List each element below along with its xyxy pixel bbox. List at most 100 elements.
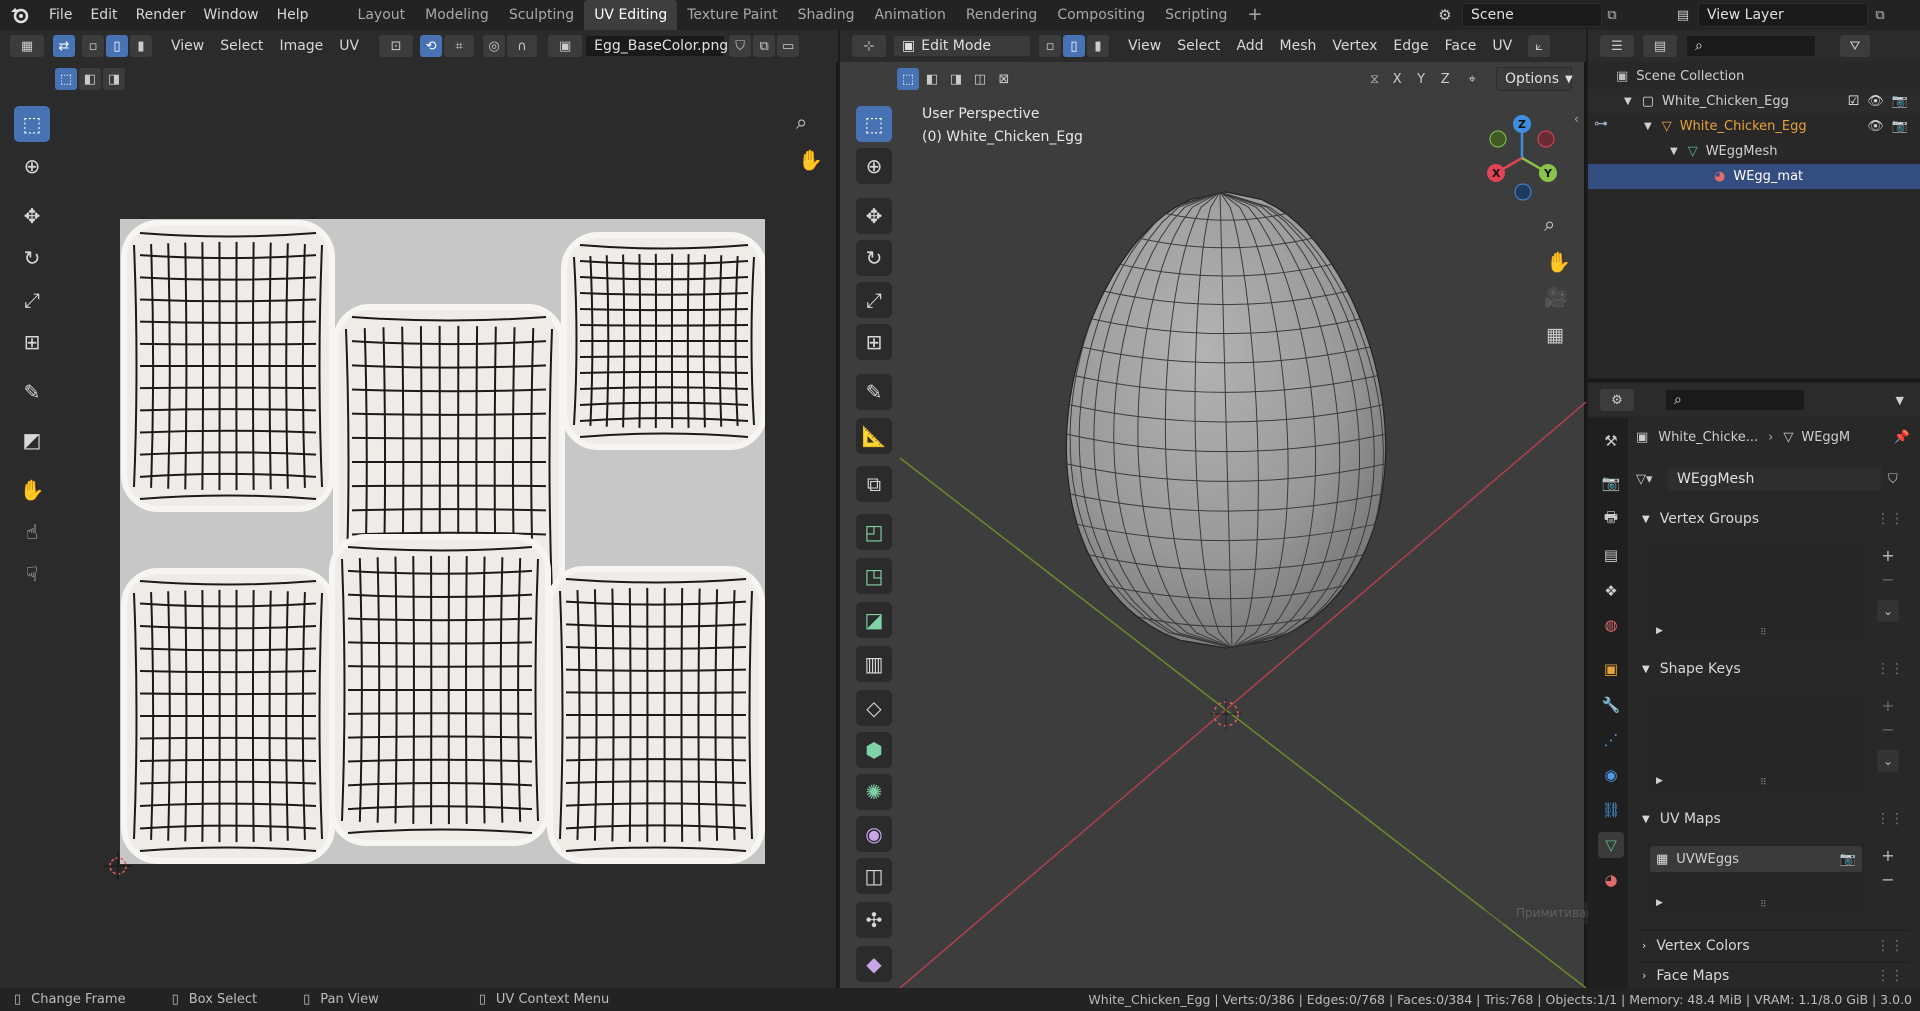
vp-vertex-mode-icon[interactable]: ▫ <box>1039 35 1061 57</box>
pin-icon[interactable]: 📌 <box>1894 430 1910 445</box>
shape-keys-list[interactable]: ▶ ⠿ <box>1648 694 1864 792</box>
vp-menu-uv[interactable]: UV <box>1484 30 1520 62</box>
drag-handle-icon[interactable]: ⋮⋮ <box>1876 938 1904 954</box>
outliner-row-material[interactable]: ◕ WEgg_mat <box>1588 164 1920 189</box>
vp-select-new-icon[interactable]: ⬚ <box>897 68 919 90</box>
uv-zoom-icon[interactable]: ⌕ <box>796 110 807 134</box>
vp-menu-edge[interactable]: Edge <box>1385 30 1436 62</box>
face-select-mode-icon[interactable]: ▮ <box>130 35 152 57</box>
list-expand-icon[interactable]: ▶ <box>1656 626 1663 636</box>
vp-select-subtract-icon[interactable]: ◨ <box>945 68 967 90</box>
vp-menu-select[interactable]: Select <box>1169 30 1228 62</box>
topology-mirror-icon[interactable]: ⌖ <box>1461 68 1484 90</box>
tab-rendering[interactable]: Rendering <box>956 0 1048 30</box>
select-extend-icon[interactable]: ◧ <box>79 68 101 90</box>
mirror-x-toggle[interactable]: X <box>1386 68 1409 90</box>
tab-compositing[interactable]: Compositing <box>1047 0 1155 30</box>
drag-handle-icon[interactable]: ⋮⋮ <box>1876 968 1904 984</box>
vertex-groups-panel-header[interactable]: ▼ Vertex Groups ⋮⋮ <box>1638 504 1910 534</box>
active-render-camera-icon[interactable]: 📷 <box>1840 852 1856 867</box>
drag-handle-icon[interactable]: ⋮⋮ <box>1876 811 1904 827</box>
falloff-icon[interactable]: ∩ <box>507 35 538 57</box>
new-view-layer-icon[interactable]: ⧉ <box>1868 8 1892 23</box>
mirror-icon[interactable]: ⧖ <box>1370 72 1379 87</box>
uv-menu-select[interactable]: Select <box>212 30 271 62</box>
list-expand-icon[interactable]: ▶ <box>1656 776 1663 786</box>
uv-scale-tool[interactable]: ⤢ <box>14 282 50 318</box>
vp-edge-mode-icon[interactable]: ▯ <box>1063 35 1085 57</box>
render-tab-icon[interactable]: 📷 <box>1598 470 1624 496</box>
eye-icon[interactable]: 👁 <box>1867 119 1884 134</box>
properties-editor-type-icon[interactable]: ⚙ <box>1600 389 1634 411</box>
uv-maps-panel-header[interactable]: ▼ UV Maps ⋮⋮ <box>1638 804 1910 834</box>
vp-zoom-icon[interactable]: ⌕ <box>1544 212 1555 236</box>
expand-arrow-icon[interactable]: ▼ <box>1670 146 1678 157</box>
drag-handle-icon[interactable]: ⋮⋮ <box>1876 661 1904 677</box>
vertex-group-specials-button[interactable]: ⌄ <box>1877 600 1899 622</box>
vp-select-extend-icon[interactable]: ◧ <box>921 68 943 90</box>
uv-cursor-tool[interactable]: ⊕ <box>14 148 50 184</box>
eye-icon[interactable]: 👁 <box>1867 94 1884 109</box>
vp-pan-icon[interactable]: ✋ <box>1546 250 1571 274</box>
uv-menu-image[interactable]: Image <box>271 30 331 62</box>
tab-modeling[interactable]: Modeling <box>415 0 499 30</box>
tab-animation[interactable]: Animation <box>864 0 955 30</box>
physics-tab-icon[interactable]: ◉ <box>1598 762 1624 788</box>
mesh-name-field[interactable]: WEggMesh <box>1668 467 1882 491</box>
vp-select-intersect-icon[interactable]: ⊠ <box>993 68 1015 90</box>
camera-view-icon[interactable]: 🎥 <box>1544 286 1568 309</box>
camera-icon[interactable]: 📷 <box>1892 119 1908 134</box>
menu-help[interactable]: Help <box>268 0 318 30</box>
view-layer-selector[interactable]: ▤ View Layer ⧉ <box>1668 3 1918 27</box>
tab-uv-editing[interactable]: UV Editing <box>584 0 678 30</box>
mesh-browse-icon[interactable]: ▽▾ <box>1636 472 1668 487</box>
uv-transform-tool[interactable]: ⊞ <box>14 324 50 360</box>
tab-layout[interactable]: Layout <box>348 0 416 30</box>
uv-grab-tool[interactable]: ✋ <box>14 472 50 508</box>
outliner-side-icon[interactable]: ⊶ <box>1594 116 1608 132</box>
image-name-field[interactable]: Egg_BaseColor.png <box>585 35 728 57</box>
tool-tab-icon[interactable]: ⚒ <box>1598 428 1624 454</box>
collapse-arrow-icon[interactable]: ‹ <box>1574 112 1579 126</box>
new-scene-icon[interactable]: ⧉ <box>1602 8 1622 23</box>
vertex-groups-list[interactable]: ▶ ⠿ <box>1648 544 1864 642</box>
mirror-z-toggle[interactable]: Z <box>1434 68 1457 90</box>
menu-window[interactable]: Window <box>194 0 267 30</box>
face-maps-panel-header[interactable]: › Face Maps ⋮⋮ <box>1638 962 1910 988</box>
menu-render[interactable]: Render <box>127 0 195 30</box>
uv-pinch-tool[interactable]: ☟ <box>14 556 50 592</box>
open-image-icon[interactable]: ▭ <box>777 35 800 57</box>
modifier-tab-icon[interactable]: 🔧 <box>1598 692 1624 718</box>
uv-2d-cursor-icon[interactable] <box>104 852 132 880</box>
ortho-toggle-icon[interactable]: ▦ <box>1546 324 1564 346</box>
uv-menu-view[interactable]: View <box>163 30 212 62</box>
list-resize-icon[interactable]: ⠿ <box>1760 778 1767 788</box>
outliner-row-mesh[interactable]: ▼ ▽ WEggMesh <box>1588 139 1920 164</box>
transform-orientation-icon[interactable]: ⟀ <box>1528 35 1551 57</box>
vp-menu-add[interactable]: Add <box>1228 30 1271 62</box>
vp-select-invert-icon[interactable]: ◫ <box>969 68 991 90</box>
uv-move-tool[interactable]: ✥ <box>14 198 50 234</box>
vertex-colors-panel-header[interactable]: › Vertex Colors ⋮⋮ <box>1638 930 1910 960</box>
list-resize-icon[interactable]: ⠿ <box>1760 628 1767 638</box>
particles-tab-icon[interactable]: ⋰ <box>1598 727 1624 753</box>
edge-select-mode-icon[interactable]: ▯ <box>106 35 128 57</box>
object-tab-icon[interactable]: ▣ <box>1598 656 1624 682</box>
chevron-down-icon[interactable]: ▼ <box>1896 394 1904 407</box>
add-shape-key-button[interactable]: + <box>1877 694 1899 716</box>
vp-face-mode-icon[interactable]: ▮ <box>1087 35 1109 57</box>
list-resize-icon[interactable]: ⠿ <box>1760 900 1767 910</box>
outliner-search-input[interactable]: ⌕ <box>1686 35 1816 57</box>
fake-user-icon[interactable]: ⛉ <box>729 35 752 57</box>
view-layer-tab-icon[interactable]: ▤ <box>1598 542 1624 568</box>
tab-scripting[interactable]: Scripting <box>1155 0 1237 30</box>
remove-vertex-group-button[interactable]: − <box>1877 568 1899 590</box>
fake-user-shield-icon[interactable]: ⛉ <box>1888 472 1898 487</box>
remove-uv-map-button[interactable]: − <box>1877 868 1899 890</box>
navigation-gizmo[interactable]: Z X Y <box>1476 110 1572 206</box>
outliner-editor-type-icon[interactable]: ☰ <box>1600 35 1634 57</box>
mirror-y-toggle[interactable]: Y <box>1410 68 1433 90</box>
expand-arrow-icon[interactable]: ▼ <box>1644 121 1652 132</box>
material-tab-icon[interactable]: ◕ <box>1598 867 1624 893</box>
scene-tab-icon[interactable]: ❖ <box>1598 578 1624 604</box>
